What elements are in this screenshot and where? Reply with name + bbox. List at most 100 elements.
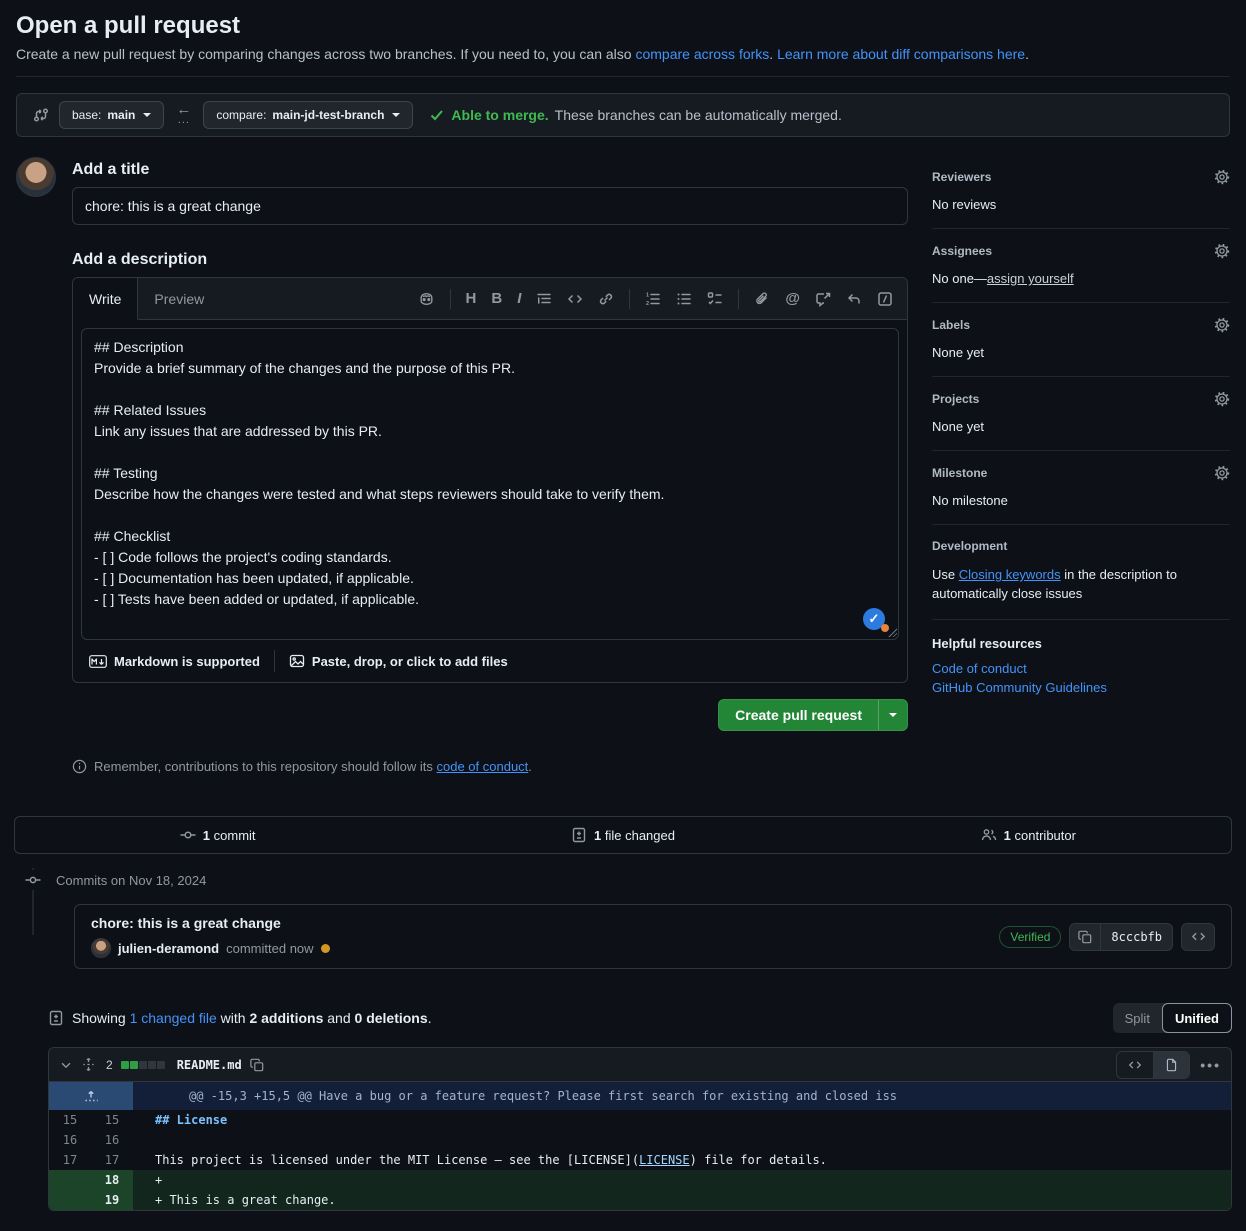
old-line-number[interactable]: 17 [49,1150,91,1170]
assign-yourself-link[interactable]: assign yourself [987,271,1074,286]
gear-icon[interactable] [1214,465,1230,481]
page-title: Open a pull request [16,12,1230,40]
base-branch-dropdown[interactable]: base: main [59,101,164,129]
file-options-kebab-icon[interactable]: ••• [1200,1057,1221,1073]
files-stat-label: file changed [605,828,675,843]
old-line-number[interactable]: 15 [49,1110,91,1130]
diff-view-mode-group [1116,1051,1190,1079]
task-list-icon[interactable] [707,291,723,307]
diff-filename[interactable]: README.md [177,1058,242,1072]
numbered-list-icon[interactable]: 12 [645,291,661,307]
slash-commands-icon[interactable] [877,291,893,307]
create-pull-request-button[interactable]: Create pull request [718,699,908,731]
able-to-merge-text: Able to merge. [451,107,548,123]
sidebar-section-labels: Labels None yet [932,303,1230,377]
closing-keywords-link[interactable]: Closing keywords [959,567,1061,582]
compare-branch-dropdown[interactable]: compare: main-jd-test-branch [203,101,413,129]
code-icon[interactable] [567,291,583,307]
commits-stat-label: commit [214,828,256,843]
commit-author[interactable]: julien-deramond [118,941,219,956]
pr-description-textarea[interactable]: ## Description Provide a brief summary o… [81,328,899,640]
tab-preview[interactable]: Preview [138,278,220,319]
quote-icon[interactable] [536,291,552,307]
copy-icon [250,1058,264,1072]
compare-label: compare: [216,108,266,122]
new-line-number[interactable]: 17 [91,1150,133,1170]
collapse-file-chevron-icon[interactable] [59,1058,73,1072]
deletions-count: 0 deletions [355,1010,428,1026]
gear-icon[interactable] [1214,169,1230,185]
new-line-number[interactable]: 18 [91,1170,133,1190]
learn-more-link[interactable]: Learn more about diff comparisons here [777,46,1025,62]
files-changed-stat[interactable]: 1 file changed [420,827,825,843]
labels-label: Labels [932,318,970,332]
community-guidelines-link[interactable]: GitHub Community Guidelines [932,680,1230,695]
commits-stat[interactable]: 1 commit [15,827,420,843]
bold-icon[interactable]: B [491,290,502,307]
commit-sha[interactable]: 8cccbfb [1101,924,1172,950]
sidebar-section-milestone: Milestone No milestone [932,451,1230,525]
attach-file-icon[interactable] [754,291,770,307]
mention-icon[interactable]: @ [785,290,800,307]
check-icon [429,107,445,123]
commit-title[interactable]: chore: this is a great change [91,915,330,931]
gear-icon[interactable] [1214,317,1230,333]
expand-hunk-button[interactable] [49,1082,133,1110]
diff-line-segment: ) file for details. [690,1153,827,1167]
code-icon [1191,929,1206,944]
split-view-button[interactable]: Split [1113,1003,1162,1033]
copilot-icon[interactable] [418,290,435,307]
tab-write[interactable]: Write [73,278,138,320]
bullet-list-icon[interactable] [676,291,692,307]
changed-file-link[interactable]: 1 changed file [130,1010,217,1026]
rich-view-button[interactable] [1153,1052,1189,1078]
saved-replies-icon[interactable] [846,291,862,307]
sidebar-section-helpful-resources: Helpful resources Code of conduct GitHub… [932,620,1230,711]
code-of-conduct-link[interactable]: code of conduct [437,759,529,774]
pr-title-input[interactable] [72,187,908,225]
old-line-number[interactable] [49,1190,91,1210]
markdown-supported-link[interactable]: Markdown is supported [89,654,260,669]
diff-hunk-row: @@ -15,3 +15,5 @@ Have a bug or a featur… [49,1082,1231,1110]
subtitle-sep: . [769,46,777,62]
compare-across-forks-link[interactable]: compare across forks [635,46,769,62]
title-label: Add a title [72,161,908,179]
new-line-number[interactable]: 16 [91,1130,133,1150]
diff-line-context: 16 16 [49,1130,1231,1150]
gear-icon[interactable] [1214,243,1230,259]
old-line-number[interactable]: 16 [49,1130,91,1150]
commit-status-dot[interactable] [321,944,330,953]
summary-period: . [428,1010,432,1026]
copy-filename-button[interactable] [250,1058,264,1072]
unified-view-button[interactable]: Unified [1162,1003,1232,1033]
old-line-number[interactable] [49,1170,91,1190]
cross-reference-icon[interactable] [815,291,831,307]
contributors-stat[interactable]: 1 contributor [826,827,1231,843]
subtitle-text: Create a new pull request by comparing c… [16,46,635,62]
helpful-resources-label: Helpful resources [932,636,1230,651]
copy-sha-button[interactable] [1070,924,1101,950]
heading-icon[interactable]: H [466,290,477,307]
paste-drop-button[interactable]: Paste, drop, or click to add files [289,653,508,669]
source-view-button[interactable] [1117,1052,1153,1078]
italic-icon[interactable]: I [517,290,521,307]
commit-author-avatar[interactable] [91,938,111,958]
diff-body: @@ -15,3 +15,5 @@ Have a bug or a featur… [49,1082,1231,1210]
contributors-count: 1 [1004,828,1011,843]
gear-icon[interactable] [1214,391,1230,407]
create-pr-dropdown[interactable] [878,700,907,730]
link-icon[interactable] [598,291,614,307]
new-line-number[interactable]: 15 [91,1110,133,1130]
commit-row: chore: this is a great change julien-der… [74,904,1232,969]
browse-code-button[interactable] [1181,923,1215,951]
expand-up-icon [83,1088,99,1104]
verified-badge[interactable]: Verified [999,926,1061,948]
expand-diff-icon[interactable] [81,1057,96,1072]
paste-drop-text: Paste, drop, or click to add files [312,654,508,669]
commit-icon [180,827,196,843]
code-of-conduct-resource-link[interactable]: Code of conduct [932,661,1230,676]
license-link[interactable]: LICENSE [639,1153,690,1167]
chevron-down-icon [392,113,400,117]
compare-value: main-jd-test-branch [272,108,384,122]
new-line-number[interactable]: 19 [91,1190,133,1210]
